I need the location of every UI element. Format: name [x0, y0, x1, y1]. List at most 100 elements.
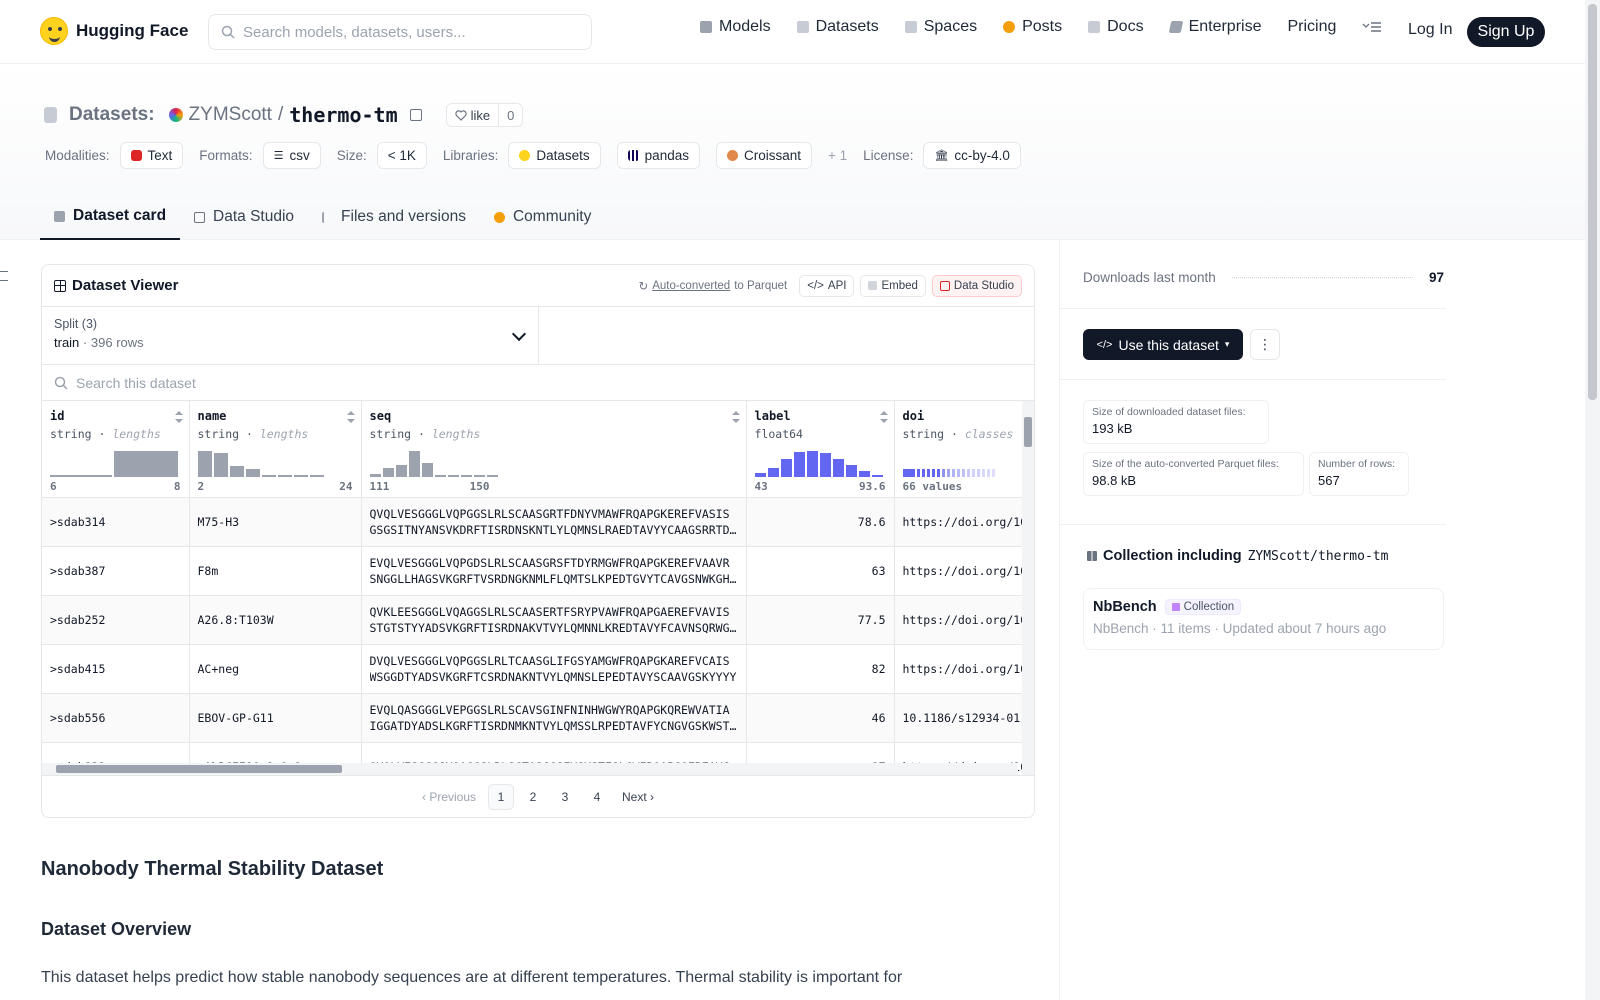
- nav-enterprise[interactable]: Enterprise: [1168, 18, 1261, 36]
- library-chip-datasets[interactable]: Datasets: [508, 142, 601, 169]
- page-scrollbar[interactable]: [1585, 0, 1600, 1000]
- sidebar-divider: [1059, 240, 1060, 1000]
- column-histogram: [197, 449, 324, 477]
- path-separator: /: [277, 104, 284, 125]
- dataset-search-input[interactable]: [76, 374, 476, 391]
- column-header-label[interactable]: label float64 43 93.6: [746, 401, 895, 498]
- nav-docs[interactable]: Docs: [1088, 18, 1144, 36]
- embed-button[interactable]: Embed: [860, 274, 926, 297]
- nav-posts[interactable]: Posts: [1003, 18, 1062, 36]
- api-button[interactable]: </> API: [799, 274, 855, 297]
- book-icon: [1088, 21, 1101, 33]
- search-icon: [54, 376, 68, 390]
- column-histogram: [50, 449, 178, 477]
- column-header-id[interactable]: id string · lengths 68: [42, 401, 190, 498]
- table-vertical-scrollbar[interactable]: [1022, 401, 1034, 775]
- nav-pricing[interactable]: Pricing: [1287, 18, 1336, 36]
- kebab-menu-icon: ⋮: [1258, 336, 1272, 352]
- global-search-input[interactable]: [243, 23, 573, 41]
- repo-tabs: Dataset card Data Studio Files and versi…: [40, 194, 605, 240]
- size-chip[interactable]: < 1K: [376, 142, 427, 169]
- table-row[interactable]: >sdab387 F8m EVQLVESGGGLVQPGDSLRLSCAASGR…: [42, 546, 1030, 596]
- data-table: id string · lengths 68 name string · len…: [42, 401, 1030, 775]
- grid-icon: [904, 21, 917, 33]
- next-page-button[interactable]: Next ›: [616, 784, 660, 810]
- menu-icon: [1362, 22, 1382, 32]
- signup-button[interactable]: Sign Up: [1467, 17, 1545, 47]
- stat-parquet-size: Size of the auto-converted Parquet files…: [1083, 452, 1304, 496]
- files-icon: [322, 211, 333, 223]
- cube-icon: [700, 21, 712, 33]
- collection-icon: [1171, 603, 1180, 611]
- table-row[interactable]: >sdab556 EBOV-GP-G11 EVQLQASGGGLVEPGGSLR…: [42, 693, 1030, 743]
- tab-data-studio[interactable]: Data Studio: [180, 194, 308, 240]
- table-icon: [194, 211, 206, 223]
- library-chip-pandas[interactable]: pandas: [616, 142, 700, 169]
- table-row[interactable]: >sdab314 M75-H3 QVQLVESGGGLVQPGGSLRLSCAA…: [42, 497, 1030, 547]
- viewer-header: Dataset Viewer ↻ Auto-converted to Parquet…: [42, 265, 1034, 307]
- modality-chip-text[interactable]: Text: [119, 142, 184, 169]
- sort-icon[interactable]: [174, 411, 183, 423]
- search-icon: [221, 25, 235, 39]
- login-link[interactable]: Log In: [1408, 21, 1452, 39]
- database-icon: [796, 21, 809, 33]
- tab-dataset-card[interactable]: Dataset card: [40, 194, 181, 240]
- table-row[interactable]: >sdab415 AC+neg DVQLVESGGGLVQPGGSLRLTCAA…: [42, 644, 1030, 694]
- table-row[interactable]: >sdab252 A26.8:T103W QVKLEESGGGLVQAGGSLR…: [42, 595, 1030, 645]
- column-header-seq[interactable]: seq string · lengths 111 150: [361, 401, 747, 498]
- chevron-down-icon: ▾: [1224, 339, 1230, 349]
- license-chip[interactable]: 🏛 cc-by-4.0: [923, 142, 1021, 169]
- table-icon: [54, 279, 66, 292]
- format-chip-csv[interactable]: ☰ csv: [262, 142, 321, 169]
- heart-icon: [454, 109, 467, 121]
- split-selector[interactable]: Split (3) train · 396 rows: [42, 307, 539, 364]
- global-search[interactable]: [208, 14, 592, 50]
- dataset-card-content: Nanobody Thermal Stability Dataset Datas…: [41, 858, 1021, 990]
- owner-link[interactable]: ZYMScott: [189, 104, 272, 126]
- stat-rows: Number of rows: 567: [1309, 452, 1409, 496]
- collection-badge: Collection: [1164, 599, 1242, 615]
- page-1-button[interactable]: 1: [488, 783, 514, 810]
- nav-spaces[interactable]: Spaces: [904, 18, 977, 36]
- library-chip-croissant[interactable]: Croissant: [715, 142, 812, 169]
- sort-icon[interactable]: [731, 411, 740, 423]
- nav-menu-icon[interactable]: [1362, 21, 1382, 33]
- downloads-stat: Downloads last month 97: [1083, 270, 1444, 285]
- column-histogram: [369, 449, 498, 477]
- column-header-name[interactable]: name string · lengths 2 24: [189, 401, 362, 498]
- readme-paragraph: This dataset helps predict how stable na…: [41, 969, 903, 986]
- dataset-search[interactable]: [42, 365, 1034, 401]
- collection-card[interactable]: NbBench Collection NbBench · 11 items · …: [1083, 588, 1444, 650]
- tab-community[interactable]: Community: [480, 194, 605, 240]
- libraries-more[interactable]: + 1: [828, 148, 847, 163]
- previous-page-button[interactable]: ‹ Previous: [416, 784, 482, 810]
- like-button[interactable]: like 0: [445, 103, 524, 127]
- page-4-button[interactable]: 4: [584, 784, 610, 810]
- copy-icon[interactable]: [409, 109, 422, 121]
- more-options-button[interactable]: ⋮: [1250, 329, 1280, 360]
- posts-icon: [1003, 21, 1016, 33]
- sidebar-toggle-icon[interactable]: [0, 271, 8, 281]
- database-icon: [44, 107, 57, 123]
- tab-files[interactable]: Files and versions: [308, 194, 480, 240]
- sort-icon[interactable]: [879, 411, 888, 423]
- logo[interactable]: Hugging Face: [40, 17, 188, 45]
- data-table-wrap: id string · lengths 68 name string · len…: [42, 401, 1034, 775]
- nav-datasets[interactable]: Datasets: [796, 18, 879, 36]
- repo-name[interactable]: thermo-tm: [289, 103, 397, 127]
- section-label[interactable]: Datasets:: [69, 104, 155, 126]
- data-studio-button[interactable]: Data Studio: [931, 274, 1022, 297]
- table-horizontal-scrollbar[interactable]: [42, 763, 1018, 775]
- page-2-button[interactable]: 2: [520, 784, 546, 810]
- sort-icon[interactable]: [346, 411, 355, 423]
- repo-title: Datasets: ZYMScott / thermo-tm like 0: [44, 103, 524, 127]
- nav-models[interactable]: Models: [700, 18, 771, 36]
- page-3-button[interactable]: 3: [552, 784, 578, 810]
- pagination: ‹ Previous 1 2 3 4 Next ›: [42, 775, 1034, 817]
- use-this-dataset-button[interactable]: </> Use this dataset ▾: [1083, 329, 1243, 360]
- column-header-doi[interactable]: doi string · classes 66 values: [894, 401, 1030, 498]
- community-icon: [493, 211, 505, 223]
- auto-converted-note[interactable]: ↻ Auto-converted to Parquet: [639, 279, 788, 293]
- collection-heading: Collection including ZYMScott/thermo-tm: [1087, 548, 1388, 564]
- bank-icon: 🏛: [934, 150, 949, 162]
